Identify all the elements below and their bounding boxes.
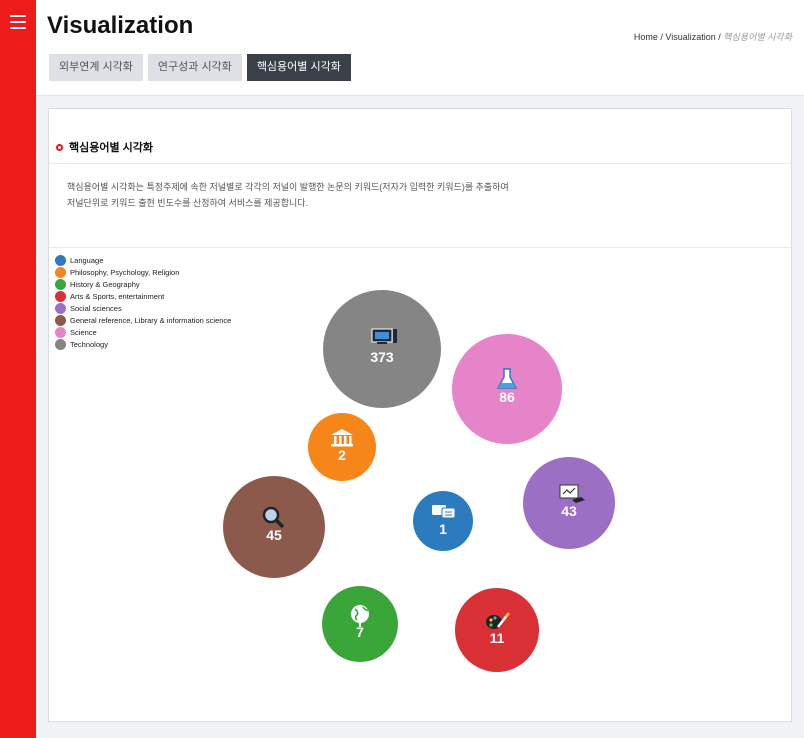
bubble-value-label: 43 (561, 503, 577, 519)
bubble-value-label: 1 (439, 521, 447, 537)
bubble-value-label: 11 (490, 630, 505, 646)
temple-column (349, 436, 352, 444)
bubble-value-label: 45 (266, 527, 282, 543)
bubble-8[interactable]: 373 (323, 290, 441, 408)
bubble-1[interactable]: 1 (413, 491, 473, 551)
palette-dot (493, 616, 497, 620)
bubble-chart: 1 2 7 11 43 45 86 373 (223, 290, 615, 672)
monitor-stand (377, 342, 387, 344)
flask-liquid (498, 383, 516, 388)
bubble-5[interactable]: 43 (523, 457, 615, 549)
bubble-value-label: 2 (338, 447, 346, 463)
bubble-2[interactable]: 2 (308, 413, 376, 481)
magnifier-lens (262, 506, 280, 524)
palette-dot (489, 623, 493, 627)
monitor-screen (375, 332, 389, 339)
globe-shape (351, 605, 369, 623)
speech-bubble-shape (441, 507, 456, 519)
palette-dot (489, 618, 493, 622)
temple-column (344, 436, 347, 444)
bubble-value-label: 86 (499, 389, 515, 405)
bubble-value-label: 7 (356, 624, 364, 640)
bubble-6[interactable]: 45 (223, 476, 325, 578)
bubble-7[interactable]: 86 (452, 334, 562, 444)
computer-tower (393, 329, 397, 343)
bubble-3[interactable]: 7 (322, 586, 398, 662)
temple-column (334, 436, 337, 444)
temple-column (339, 436, 342, 444)
bubble-value-label: 373 (370, 349, 394, 365)
computer-icon (371, 328, 397, 344)
bubble-4[interactable]: 11 (455, 588, 539, 672)
